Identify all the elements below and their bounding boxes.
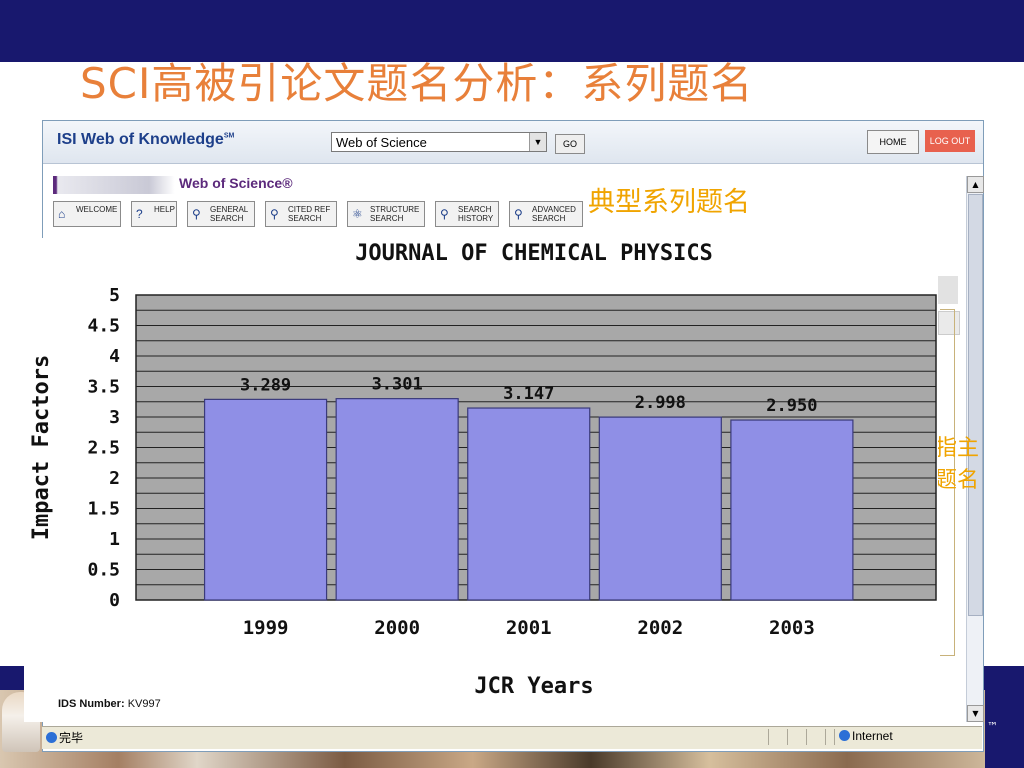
isi-header-bar: ISI Web of KnowledgeSM Web of Science ▼ … <box>43 121 983 164</box>
scroll-down-arrow-icon[interactable]: ▼ <box>967 705 984 722</box>
trademark-mark: ™ <box>987 720 998 733</box>
status-cell <box>769 729 788 745</box>
welcome-button-label: WELCOME <box>76 205 118 214</box>
annotation-clipped-line2: 题名 <box>935 468 980 493</box>
help-button[interactable]: ? HELP <box>131 201 177 227</box>
advanced-search-label: ADVANCED SEARCH <box>532 205 576 223</box>
bar <box>598 416 722 601</box>
y-tick-label: 3.5 <box>87 377 120 398</box>
bar <box>335 398 459 601</box>
x-tick-label: 2002 <box>637 617 683 639</box>
y-axis-label: Impact Factors <box>29 355 54 540</box>
side-panel-block <box>938 276 958 304</box>
data-label: 3.289 <box>240 375 291 395</box>
x-tick-label: 2003 <box>769 617 815 639</box>
y-tick-label: 2.5 <box>87 438 120 459</box>
scroll-thumb[interactable] <box>968 194 983 616</box>
chart-svg: 0 0.5 1 1.5 2 2.5 3 3.5 4 4.5 5 3.289 1999 3.301 2000 3… <box>29 241 937 699</box>
search-icon: ⚲ <box>270 207 279 221</box>
y-tick-label: 1 <box>109 529 120 550</box>
home-button[interactable]: HOME <box>867 130 919 154</box>
search-icon: ⚲ <box>514 207 523 221</box>
y-tick-label: 2 <box>109 468 120 489</box>
data-label: 2.950 <box>766 396 817 416</box>
welcome-button[interactable]: ⌂ WELCOME <box>53 201 121 227</box>
y-tick-label: 3 <box>109 407 120 428</box>
slide-title: SCI高被引论文题名分析：系列题名 <box>80 59 754 108</box>
advanced-search-button[interactable]: ⚲ ADVANCED SEARCH <box>509 201 583 227</box>
chevron-down-icon[interactable]: ▼ <box>529 133 546 151</box>
structure-icon: ⚛ <box>352 207 363 221</box>
cited-ref-search-label: CITED REF SEARCH <box>288 205 331 223</box>
annotation-clipped-line1: 指主 <box>935 436 980 461</box>
database-select-value: Web of Science <box>336 135 427 150</box>
y-tick-label: 1.5 <box>87 499 120 520</box>
y-tick-label: 0 <box>109 590 120 611</box>
x-tick-label: 2000 <box>374 617 420 639</box>
ie-page-icon <box>46 732 57 743</box>
status-cells <box>768 729 829 745</box>
zone-text: Internet <box>852 729 893 743</box>
help-icon: ? <box>136 207 143 221</box>
help-button-label: HELP <box>154 205 175 214</box>
search-icon: ⚲ <box>192 207 201 221</box>
isi-logo-mark: SM <box>223 132 235 140</box>
data-label: 2.998 <box>635 393 686 413</box>
ids-number: IDS Number: KV997 <box>58 698 161 710</box>
browser-status-bar: 完毕 Internet <box>42 726 982 749</box>
annotation-clipped: 指主 题名 <box>935 433 995 497</box>
status-cell <box>807 729 826 745</box>
status-left: 完毕 <box>46 729 83 746</box>
security-zone: Internet <box>834 729 985 745</box>
logout-button[interactable]: LOG OUT <box>925 130 975 152</box>
ids-value: KV997 <box>127 698 161 710</box>
isi-logo-text: ISI Web of Knowledge <box>57 131 224 148</box>
bar <box>203 398 328 601</box>
home-icon: ⌂ <box>58 207 66 221</box>
annotation-typical-series-title: 典型系列题名 <box>588 187 750 218</box>
general-search-label: GENERAL SEARCH <box>210 205 249 223</box>
general-search-button[interactable]: ⚲ GENERAL SEARCH <box>187 201 255 227</box>
cited-ref-search-button[interactable]: ⚲ CITED REF SEARCH <box>265 201 337 227</box>
bar <box>467 407 591 601</box>
x-tick-label: 1999 <box>243 617 289 639</box>
search-icon: ⚲ <box>440 207 449 221</box>
y-tick-label: 0.5 <box>87 560 120 581</box>
search-history-button[interactable]: ⚲ SEARCH HISTORY <box>435 201 499 227</box>
wos-title: Web of Science® <box>179 175 293 191</box>
bar <box>730 419 854 601</box>
x-axis-label: JCR Years <box>474 674 593 699</box>
structure-search-button[interactable]: ⚛ STRUCTURE SEARCH <box>347 201 425 227</box>
y-tick-label: 5 <box>109 285 120 306</box>
status-text: 完毕 <box>59 731 84 745</box>
y-tick-label: 4.5 <box>87 316 120 337</box>
scroll-up-arrow-icon[interactable]: ▲ <box>967 176 984 193</box>
go-button[interactable]: GO <box>555 134 585 154</box>
status-cell <box>788 729 807 745</box>
structure-search-label: STRUCTURE SEARCH <box>370 205 420 223</box>
search-history-label: SEARCH HISTORY <box>458 205 494 223</box>
impact-factor-chart: 0 0.5 1 1.5 2 2.5 3 3.5 4 4.5 5 3.289 1999 3.301 2000 3… <box>24 238 938 722</box>
data-label: 3.147 <box>503 384 554 404</box>
isi-logo[interactable]: ISI Web of KnowledgeSM <box>57 131 234 149</box>
y-tick-label: 4 <box>109 346 120 367</box>
x-tick-label: 2001 <box>506 617 552 639</box>
chart-title: JOURNAL OF CHEMICAL PHYSICS <box>355 241 713 266</box>
ids-label: IDS Number: <box>58 698 125 710</box>
database-select[interactable]: Web of Science ▼ <box>331 132 547 152</box>
data-label: 3.301 <box>372 375 423 395</box>
globe-icon <box>839 730 850 741</box>
